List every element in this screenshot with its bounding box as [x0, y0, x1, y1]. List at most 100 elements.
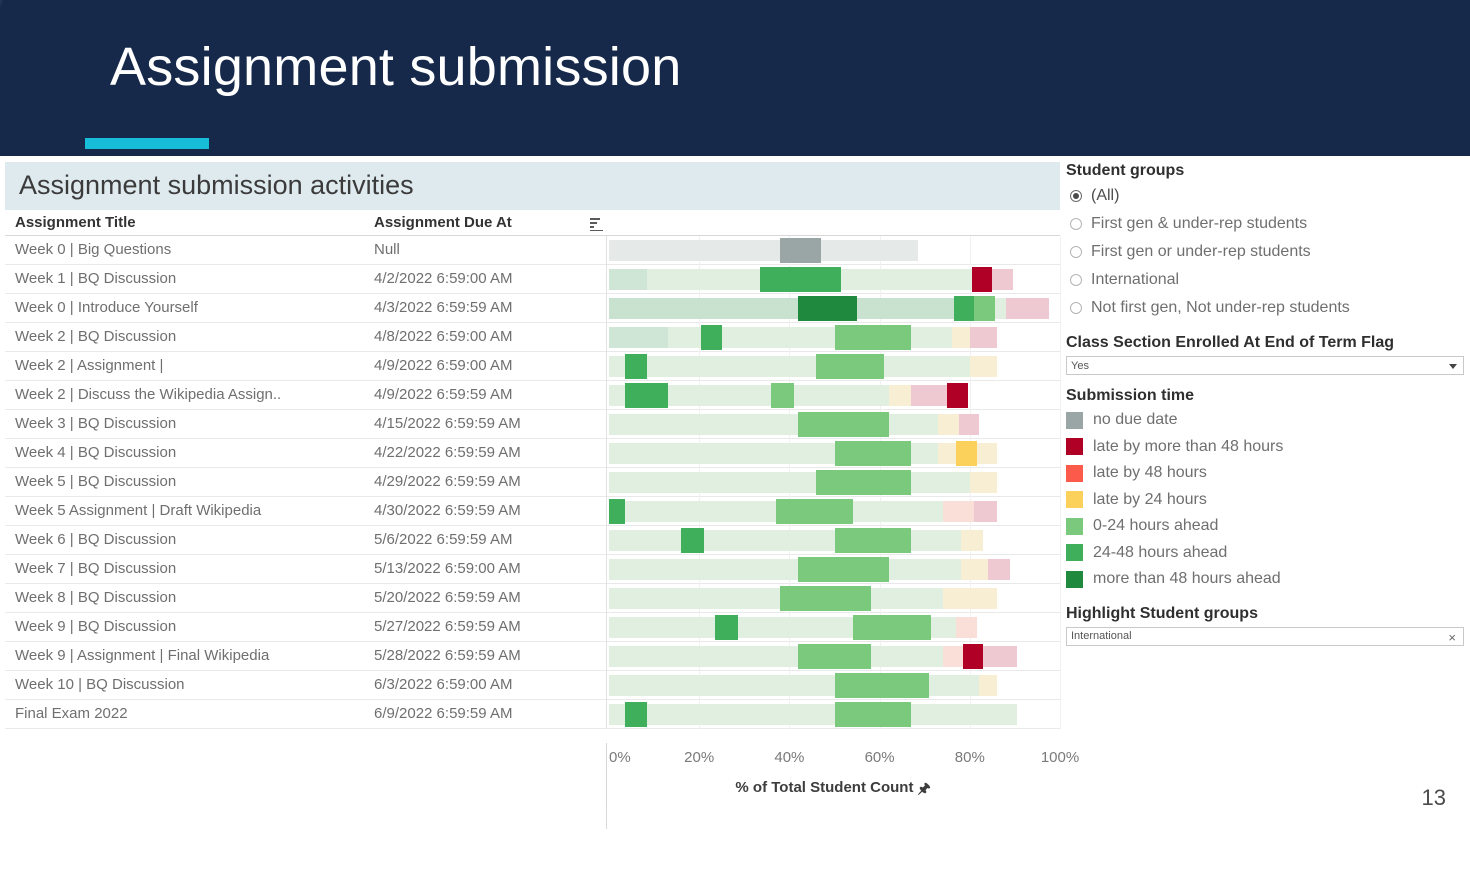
row-bar[interactable]	[609, 439, 1061, 468]
bar-segment-late_48_plus[interactable]	[972, 267, 993, 292]
row-bar[interactable]	[609, 613, 1061, 642]
legend-item-2[interactable]: late by 48 hours	[1066, 460, 1464, 487]
row-bar[interactable]	[609, 497, 1061, 526]
table-row[interactable]: Final Exam 2022 6/9/2022 6:59:59 AM	[5, 700, 1061, 729]
table-row[interactable]: Week 9 | BQ Discussion 5/27/2022 6:59:59 …	[5, 613, 1061, 642]
column-header-assignment-title[interactable]: Assignment Title	[15, 214, 136, 231]
bar-segment-ahead_24_48[interactable]	[624, 702, 648, 727]
bar-segment-ahead_0_24[interactable]	[834, 702, 912, 727]
class-section-select[interactable]: Yes	[1066, 356, 1464, 375]
table-row[interactable]: Week 7 | BQ Discussion 5/13/2022 6:59:00 …	[5, 555, 1061, 584]
row-bar[interactable]	[609, 671, 1061, 700]
legend-item-4[interactable]: 0-24 hours ahead	[1066, 513, 1464, 540]
bar-segment-ahead_24_48[interactable]	[681, 528, 704, 553]
bar-segment-ahead_0_24[interactable]	[834, 325, 912, 350]
bar-segment-ahead_0_24[interactable]	[609, 472, 970, 493]
legend-item-1[interactable]: late by more than 48 hours	[1066, 434, 1464, 461]
table-row[interactable]: Week 9 | Assignment | Final Wikipedia 5/2…	[5, 642, 1061, 671]
bar-segment-late_24[interactable]	[960, 559, 988, 580]
table-row[interactable]: Week 8 | BQ Discussion 5/20/2022 6:59:59 …	[5, 584, 1061, 613]
bar-segment-ahead_24_48[interactable]	[624, 383, 668, 408]
row-bar[interactable]	[609, 323, 1061, 352]
legend-item-6[interactable]: more than 48 hours ahead	[1066, 566, 1464, 593]
bar-segment-ahead_48_plus[interactable]	[798, 296, 858, 321]
row-bar[interactable]	[609, 294, 1061, 323]
bar-segment-late_24[interactable]	[888, 385, 912, 406]
bar-segment-late_24[interactable]	[938, 414, 959, 435]
radio-icon[interactable]	[1070, 246, 1082, 258]
bar-segment-ahead_0_24[interactable]	[771, 383, 794, 408]
bar-segment-ahead_0_24[interactable]	[609, 704, 1018, 725]
row-bar[interactable]	[609, 642, 1061, 671]
bar-segment-ahead_0_24[interactable]	[609, 588, 943, 609]
bar-segment-ahead_0_24[interactable]	[609, 646, 943, 667]
bar-segment-late_24[interactable]	[951, 327, 970, 348]
student-group-option-2[interactable]: First gen or under-rep students	[1066, 238, 1464, 266]
bar-segment-late_24[interactable]	[960, 530, 984, 551]
table-row[interactable]: Week 0 | Big Questions Null	[5, 236, 1061, 265]
table-row[interactable]: Week 0 | Introduce Yourself 4/3/2022 6:59…	[5, 294, 1061, 323]
row-bar[interactable]	[609, 410, 1061, 439]
student-group-option-3[interactable]: International	[1066, 266, 1464, 294]
bar-segment-late_48_plus[interactable]	[969, 327, 997, 348]
bar-segment-late_48_plus[interactable]	[983, 646, 1018, 667]
bar-segment-ahead_24_48[interactable]	[624, 354, 648, 379]
bar-segment-ahead_24_48[interactable]	[760, 267, 842, 292]
bar-segment-ahead_0_24[interactable]	[609, 356, 970, 377]
bar-segment-late_48_plus[interactable]	[987, 559, 1011, 580]
bar-segment-late_48_plus[interactable]	[958, 414, 979, 435]
bar-segment-late_24[interactable]	[938, 443, 957, 464]
table-row[interactable]: Week 1 | BQ Discussion 4/2/2022 6:59:00 A…	[5, 265, 1061, 294]
table-row[interactable]: Week 5 | BQ Discussion 4/29/2022 6:59:59 …	[5, 468, 1061, 497]
table-row[interactable]: Week 2 | Assignment | 4/9/2022 6:59:00 AM	[5, 352, 1061, 381]
bar-segment-ahead_0_24[interactable]	[834, 528, 912, 553]
bar-segment-late_24[interactable]	[969, 472, 997, 493]
bar-segment-ahead_0_24[interactable]	[816, 470, 912, 495]
bar-segment-ahead_0_24[interactable]	[852, 615, 932, 640]
bar-segment-ahead_0_24[interactable]	[816, 354, 885, 379]
student-group-option-4[interactable]: Not first gen, Not under-rep students	[1066, 294, 1464, 322]
bar-segment-ahead_0_24[interactable]	[798, 557, 889, 582]
bar-segment-ahead_0_24[interactable]	[929, 269, 973, 290]
row-bar[interactable]	[609, 265, 1061, 294]
bar-segment-ahead_48_plus[interactable]	[609, 298, 954, 319]
bar-segment-late_48[interactable]	[942, 646, 964, 667]
table-row[interactable]: Week 6 | BQ Discussion 5/6/2022 6:59:59 A…	[5, 526, 1061, 555]
bar-segment-late_24[interactable]	[942, 588, 997, 609]
bar-segment-ahead_0_24[interactable]	[609, 414, 939, 435]
bar-segment-ahead_0_24[interactable]	[994, 298, 1006, 319]
bar-segment-ahead_24_48[interactable]	[609, 327, 668, 348]
bar-segment-ahead_0_24[interactable]	[798, 644, 871, 669]
bar-segment-late_24[interactable]	[978, 675, 997, 696]
radio-icon[interactable]	[1070, 302, 1082, 314]
table-row[interactable]: Week 10 | BQ Discussion 6/3/2022 6:59:00 …	[5, 671, 1061, 700]
bar-segment-ahead_0_24[interactable]	[780, 586, 871, 611]
bar-segment-ahead_24_48[interactable]	[954, 296, 975, 321]
row-bar[interactable]	[609, 468, 1061, 497]
bar-segment-late_48_plus[interactable]	[911, 385, 948, 406]
bar-segment-late_48[interactable]	[942, 501, 975, 522]
student-group-option-1[interactable]: First gen & under-rep students	[1066, 210, 1464, 238]
bar-segment-late_48_plus[interactable]	[974, 501, 997, 522]
bar-segment-ahead_24_48[interactable]	[701, 325, 722, 350]
bar-segment-ahead_0_24[interactable]	[775, 499, 853, 524]
bar-segment-ahead_0_24[interactable]	[834, 441, 912, 466]
bar-segment-late_48_plus[interactable]	[1005, 298, 1049, 319]
legend-item-3[interactable]: late by 24 hours	[1066, 487, 1464, 514]
legend-item-5[interactable]: 24-48 hours ahead	[1066, 540, 1464, 567]
bar-segment-ahead_0_24[interactable]	[974, 296, 995, 321]
bar-segment-no_due_date[interactable]	[609, 240, 918, 261]
row-bar[interactable]	[609, 526, 1061, 555]
close-icon[interactable]: ×	[1448, 629, 1456, 646]
bar-segment-late_24[interactable]	[956, 441, 977, 466]
sort-descending-icon[interactable]	[590, 218, 606, 231]
bar-segment-late_24[interactable]	[969, 356, 997, 377]
bar-segment-late_48_plus[interactable]	[992, 269, 1013, 290]
table-row[interactable]: Week 4 | BQ Discussion 4/22/2022 6:59:59 …	[5, 439, 1061, 468]
row-bar[interactable]	[609, 555, 1061, 584]
bar-segment-no_due_date[interactable]	[780, 238, 821, 263]
table-row[interactable]: Week 5 Assignment | Draft Wikipedia 4/30/…	[5, 497, 1061, 526]
bar-segment-late_48_plus[interactable]	[963, 644, 984, 669]
bar-segment-ahead_0_24[interactable]	[798, 412, 889, 437]
table-row[interactable]: Week 2 | BQ Discussion 4/8/2022 6:59:00 A…	[5, 323, 1061, 352]
